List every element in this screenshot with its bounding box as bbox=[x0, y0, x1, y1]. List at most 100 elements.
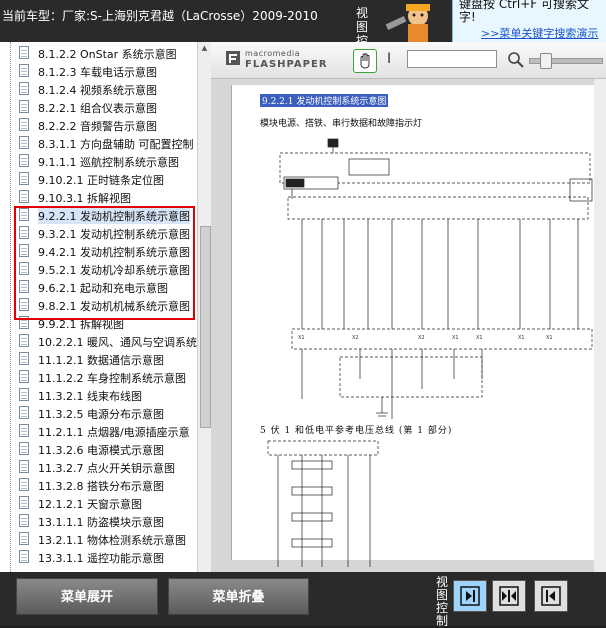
document-icon bbox=[19, 82, 29, 95]
tip-box: 键盘按 Ctrl+F 可搜索文 字! >>菜单关键字搜索演示 bbox=[452, 0, 606, 42]
car-model-label: 当前车型：厂家:S-上海别克君越（LaCrosse）2009-2010 bbox=[2, 9, 318, 23]
view-control-label: 视图控制 bbox=[436, 575, 449, 628]
sidebar-item[interactable]: 11.3.2.6 电源模式示意图 bbox=[19, 440, 197, 458]
document-icon bbox=[19, 136, 29, 149]
split-arrows-icon bbox=[499, 586, 519, 606]
sidebar-item[interactable]: 11.1.2.1 数据通信示意图 bbox=[19, 350, 197, 368]
sidebar-item-label: 8.1.2.3 车载电话示意图 bbox=[38, 66, 157, 79]
sidebar-item[interactable]: 9.1.1.1 巡航控制系统示意图 bbox=[19, 152, 197, 170]
menu-expand-button[interactable]: 菜单展开 bbox=[16, 578, 158, 615]
wiring-diagram-lower bbox=[267, 440, 379, 567]
viewer-toolbar: macromedia FLASHPAPER I bbox=[211, 42, 606, 79]
svg-text:X1: X1 bbox=[476, 335, 483, 341]
sidebar-item-label: 9.10.2.1 正时链条定位图 bbox=[38, 174, 164, 187]
viewer-scrollbar[interactable] bbox=[594, 79, 606, 572]
sidebar-item-label: 11.2.1.1 点烟器/电源插座示意 bbox=[38, 426, 190, 439]
svg-text:X1: X1 bbox=[298, 335, 305, 341]
sidebar-item-label: 11.1.2.1 数据通信示意图 bbox=[38, 354, 164, 367]
view-hide-sidebar-button[interactable] bbox=[534, 580, 568, 612]
sidebar-item[interactable]: 8.2.2.2 音频警告示意图 bbox=[19, 116, 197, 134]
hand-icon bbox=[360, 53, 370, 69]
mascot-icon bbox=[378, 0, 450, 42]
sidebar-scroll-thumb[interactable] bbox=[200, 226, 211, 428]
document-viewer: macromedia FLASHPAPER I 9.2.2.1 发动机控制系统示… bbox=[211, 42, 606, 572]
page-area[interactable]: 9.2.2.1 发动机控制系统示意图 模块电源、搭铁、串行数据和故障指示灯 X1… bbox=[211, 79, 606, 572]
sidebar-item[interactable]: 9.10.2.1 正时链条定位图 bbox=[19, 170, 197, 188]
document-icon bbox=[19, 118, 29, 131]
document-icon bbox=[19, 406, 29, 419]
brand-top-text: macromedia bbox=[245, 49, 301, 58]
menu-collapse-button[interactable]: 菜单折叠 bbox=[168, 578, 309, 615]
document-icon bbox=[19, 190, 29, 203]
bottom-bar: 菜单展开 菜单折叠 视图控制 bbox=[0, 572, 606, 628]
sidebar: 8.1.2.2 OnStar 系统示意图 8.1.2.3 车载电话示意图 8.1.2… bbox=[0, 42, 212, 572]
zoom-slider-thumb[interactable] bbox=[540, 53, 552, 69]
view-split-button[interactable] bbox=[492, 580, 526, 612]
sidebar-item[interactable]: 8.1.2.4 视频系统示意图 bbox=[19, 80, 197, 98]
document-icon bbox=[19, 172, 29, 185]
sidebar-item[interactable]: 11.3.2.7 点火开关钥示意图 bbox=[19, 458, 197, 476]
svg-text:X2: X2 bbox=[352, 335, 359, 341]
sidebar-item-label: 9.10.3.1 拆解视图 bbox=[38, 192, 131, 205]
sidebar-item-label: 8.3.1.1 方向盘辅助 可配置控制 bbox=[38, 138, 194, 151]
search-demo-link[interactable]: >>菜单关键字搜索演示 bbox=[481, 25, 598, 41]
hand-tool-button[interactable] bbox=[353, 49, 377, 73]
document-icon bbox=[19, 460, 29, 473]
arrow-right-bar-icon bbox=[460, 586, 480, 606]
svg-text:X2: X2 bbox=[418, 335, 425, 341]
sidebar-item[interactable]: 13.3.1.1 遥控功能示意图 bbox=[19, 548, 197, 566]
find-input[interactable] bbox=[407, 50, 497, 68]
sidebar-item-label: 11.3.2.7 点火开关钥示意图 bbox=[38, 462, 175, 475]
sidebar-item[interactable]: 9.10.3.1 拆解视图 bbox=[19, 188, 197, 206]
red-highlight-box bbox=[14, 206, 195, 320]
view-show-sidebar-button[interactable] bbox=[453, 580, 487, 612]
document-icon bbox=[19, 100, 29, 113]
sidebar-item[interactable]: 11.3.2.8 搭铁分布示意图 bbox=[19, 476, 197, 494]
sidebar-item-label: 13.1.1.1 防盗模块示意图 bbox=[38, 516, 164, 529]
sidebar-item[interactable]: 8.2.2.1 组合仪表示意图 bbox=[19, 98, 197, 116]
sidebar-item-label: 10.2.2.1 暖风、通风与空调系统 bbox=[38, 336, 197, 349]
sidebar-item[interactable]: 13.2.1.1 物体检测系统示意图 bbox=[19, 530, 197, 548]
sidebar-item-label: 9.1.1.1 巡航控制系统示意图 bbox=[38, 156, 179, 169]
arrow-left-bar-icon bbox=[541, 586, 561, 606]
document-icon bbox=[19, 334, 29, 347]
tree-connector-line bbox=[10, 42, 12, 572]
sidebar-item-label: 12.1.2.1 天窗示意图 bbox=[38, 498, 142, 511]
sidebar-item-label: 8.1.2.4 视频系统示意图 bbox=[38, 84, 157, 97]
scroll-up-arrow-icon[interactable]: ▲ bbox=[200, 44, 209, 54]
zoom-slider[interactable] bbox=[529, 53, 603, 69]
sidebar-item[interactable]: 13.1.1.1 防盗模块示意图 bbox=[19, 512, 197, 530]
sidebar-item-label: 11.3.2.6 电源模式示意图 bbox=[38, 444, 164, 457]
menu-tree: 8.1.2.2 OnStar 系统示意图 8.1.2.3 车载电话示意图 8.1.2… bbox=[0, 42, 197, 572]
tip-text-line2: 字! bbox=[459, 10, 476, 24]
sidebar-item[interactable]: 11.3.2.1 线束布线图 bbox=[19, 386, 197, 404]
sidebar-item-label: 11.3.2.1 线束布线图 bbox=[38, 390, 142, 403]
document-page: 9.2.2.1 发动机控制系统示意图 模块电源、搭铁、串行数据和故障指示灯 X1… bbox=[231, 85, 606, 567]
svg-text:X1: X1 bbox=[546, 335, 553, 341]
sidebar-item[interactable]: 11.3.2.5 电源分布示意图 bbox=[19, 404, 197, 422]
magnifier-icon[interactable] bbox=[507, 51, 525, 69]
document-icon bbox=[19, 424, 29, 437]
sidebar-item[interactable]: 8.1.2.3 车载电话示意图 bbox=[19, 62, 197, 80]
page-caption: 模块电源、搭铁、串行数据和故障指示灯 bbox=[260, 119, 423, 129]
page-caption-2: 5 伏 1 和低电平参考电压总线 (第 1 部分) bbox=[260, 426, 453, 436]
sidebar-item-label: 13.2.1.1 物体检测系统示意图 bbox=[38, 534, 186, 547]
sidebar-item-label: 11.3.2.5 电源分布示意图 bbox=[38, 408, 164, 421]
document-icon bbox=[19, 532, 29, 545]
sidebar-item[interactable]: 10.2.2.1 暖风、通风与空调系统 bbox=[19, 332, 197, 350]
sidebar-item[interactable]: 8.1.2.2 OnStar 系统示意图 bbox=[19, 44, 197, 62]
document-icon bbox=[19, 370, 29, 383]
brand-main-text: FLASHPAPER bbox=[245, 59, 328, 70]
sidebar-item-label: 11.1.2.2 车身控制系统示意图 bbox=[38, 372, 186, 385]
tip-text-line1: 键盘按 Ctrl+F 可搜索文 bbox=[459, 0, 589, 11]
sidebar-item[interactable]: 11.1.2.2 车身控制系统示意图 bbox=[19, 368, 197, 386]
sidebar-item[interactable]: 8.3.1.1 方向盘辅助 可配置控制 bbox=[19, 134, 197, 152]
sidebar-item[interactable]: 11.2.1.1 点烟器/电源插座示意 bbox=[19, 422, 197, 440]
document-icon bbox=[19, 478, 29, 491]
document-icon bbox=[19, 154, 29, 167]
text-select-tool[interactable]: I bbox=[387, 51, 391, 67]
sidebar-scrollbar[interactable]: ▲ bbox=[197, 42, 212, 572]
svg-text:X1: X1 bbox=[452, 335, 459, 341]
sidebar-item[interactable]: 12.1.2.1 天窗示意图 bbox=[19, 494, 197, 512]
document-icon bbox=[19, 388, 29, 401]
